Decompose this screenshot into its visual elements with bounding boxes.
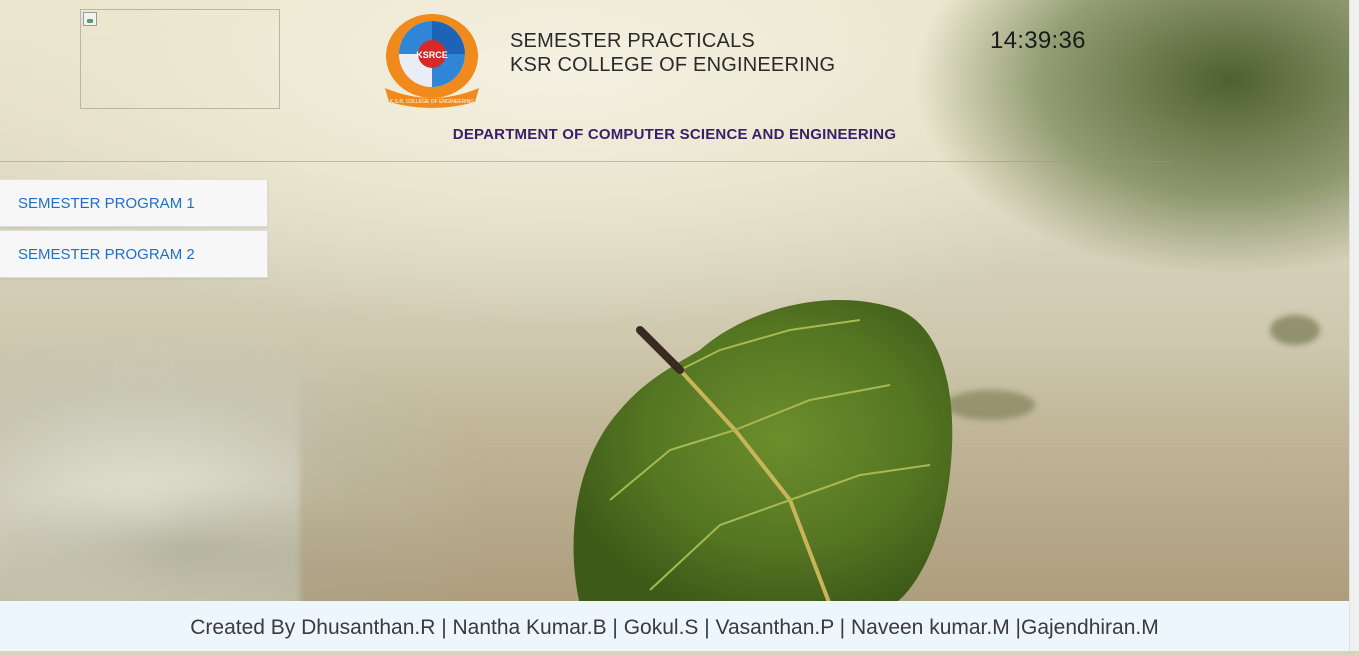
- clock: 14:39:36: [990, 27, 1086, 54]
- page-title: SEMESTER PRACTICALS: [510, 30, 755, 52]
- menu-item-semester-program-2[interactable]: SEMESTER PROGRAM 2: [0, 230, 268, 278]
- logo-banner-text: K.S.R. COLLEGE OF ENGINEERING: [390, 99, 474, 105]
- footer-credits: Created By Dhusanthan.R | Nantha Kumar.B…: [190, 616, 1159, 639]
- vertical-scrollbar[interactable]: [1349, 0, 1359, 651]
- broken-image-icon: [83, 12, 97, 26]
- menu-item-semester-program-1[interactable]: SEMESTER PROGRAM 1: [0, 179, 268, 227]
- college-logo-icon: KSRCE K.S.R. COLLEGE OF ENGINEERING: [385, 14, 479, 108]
- menu-item-label: SEMESTER PROGRAM 2: [18, 246, 195, 263]
- footer: Created By Dhusanthan.R | Nantha Kumar.B…: [0, 601, 1349, 651]
- leaf-illustration: [573, 300, 953, 601]
- title-block: SEMESTER PRACTICALS KSR COLLEGE OF ENGIN…: [510, 29, 835, 77]
- department-heading: DEPARTMENT OF COMPUTER SCIENCE AND ENGIN…: [452, 126, 897, 143]
- college-name: KSR COLLEGE OF ENGINEERING: [510, 54, 836, 76]
- broken-image-placeholder: [80, 9, 280, 109]
- logo-text: KSRCE: [416, 50, 448, 60]
- header-divider: [0, 161, 1170, 162]
- menu-item-label: SEMESTER PROGRAM 1: [18, 195, 195, 212]
